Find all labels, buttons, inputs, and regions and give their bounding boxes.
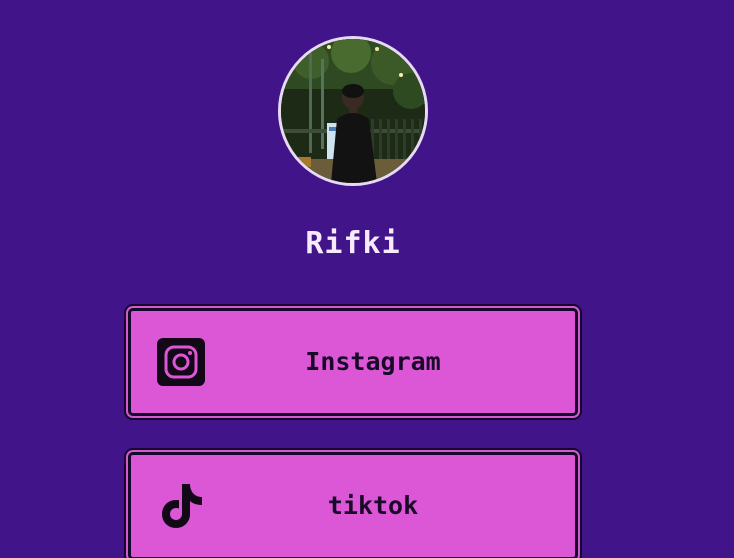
instagram-link-label: Instagram [305, 347, 441, 376]
linktree-page: Rifki Instagram tiktok [0, 0, 734, 558]
profile-avatar [278, 36, 428, 186]
tiktok-link-button[interactable]: tiktok [128, 452, 578, 558]
tiktok-link-label: tiktok [327, 491, 419, 520]
instagram-link-button[interactable]: Instagram [128, 308, 578, 416]
profile-photo [281, 39, 425, 183]
profile-name: Rifki [305, 226, 401, 261]
